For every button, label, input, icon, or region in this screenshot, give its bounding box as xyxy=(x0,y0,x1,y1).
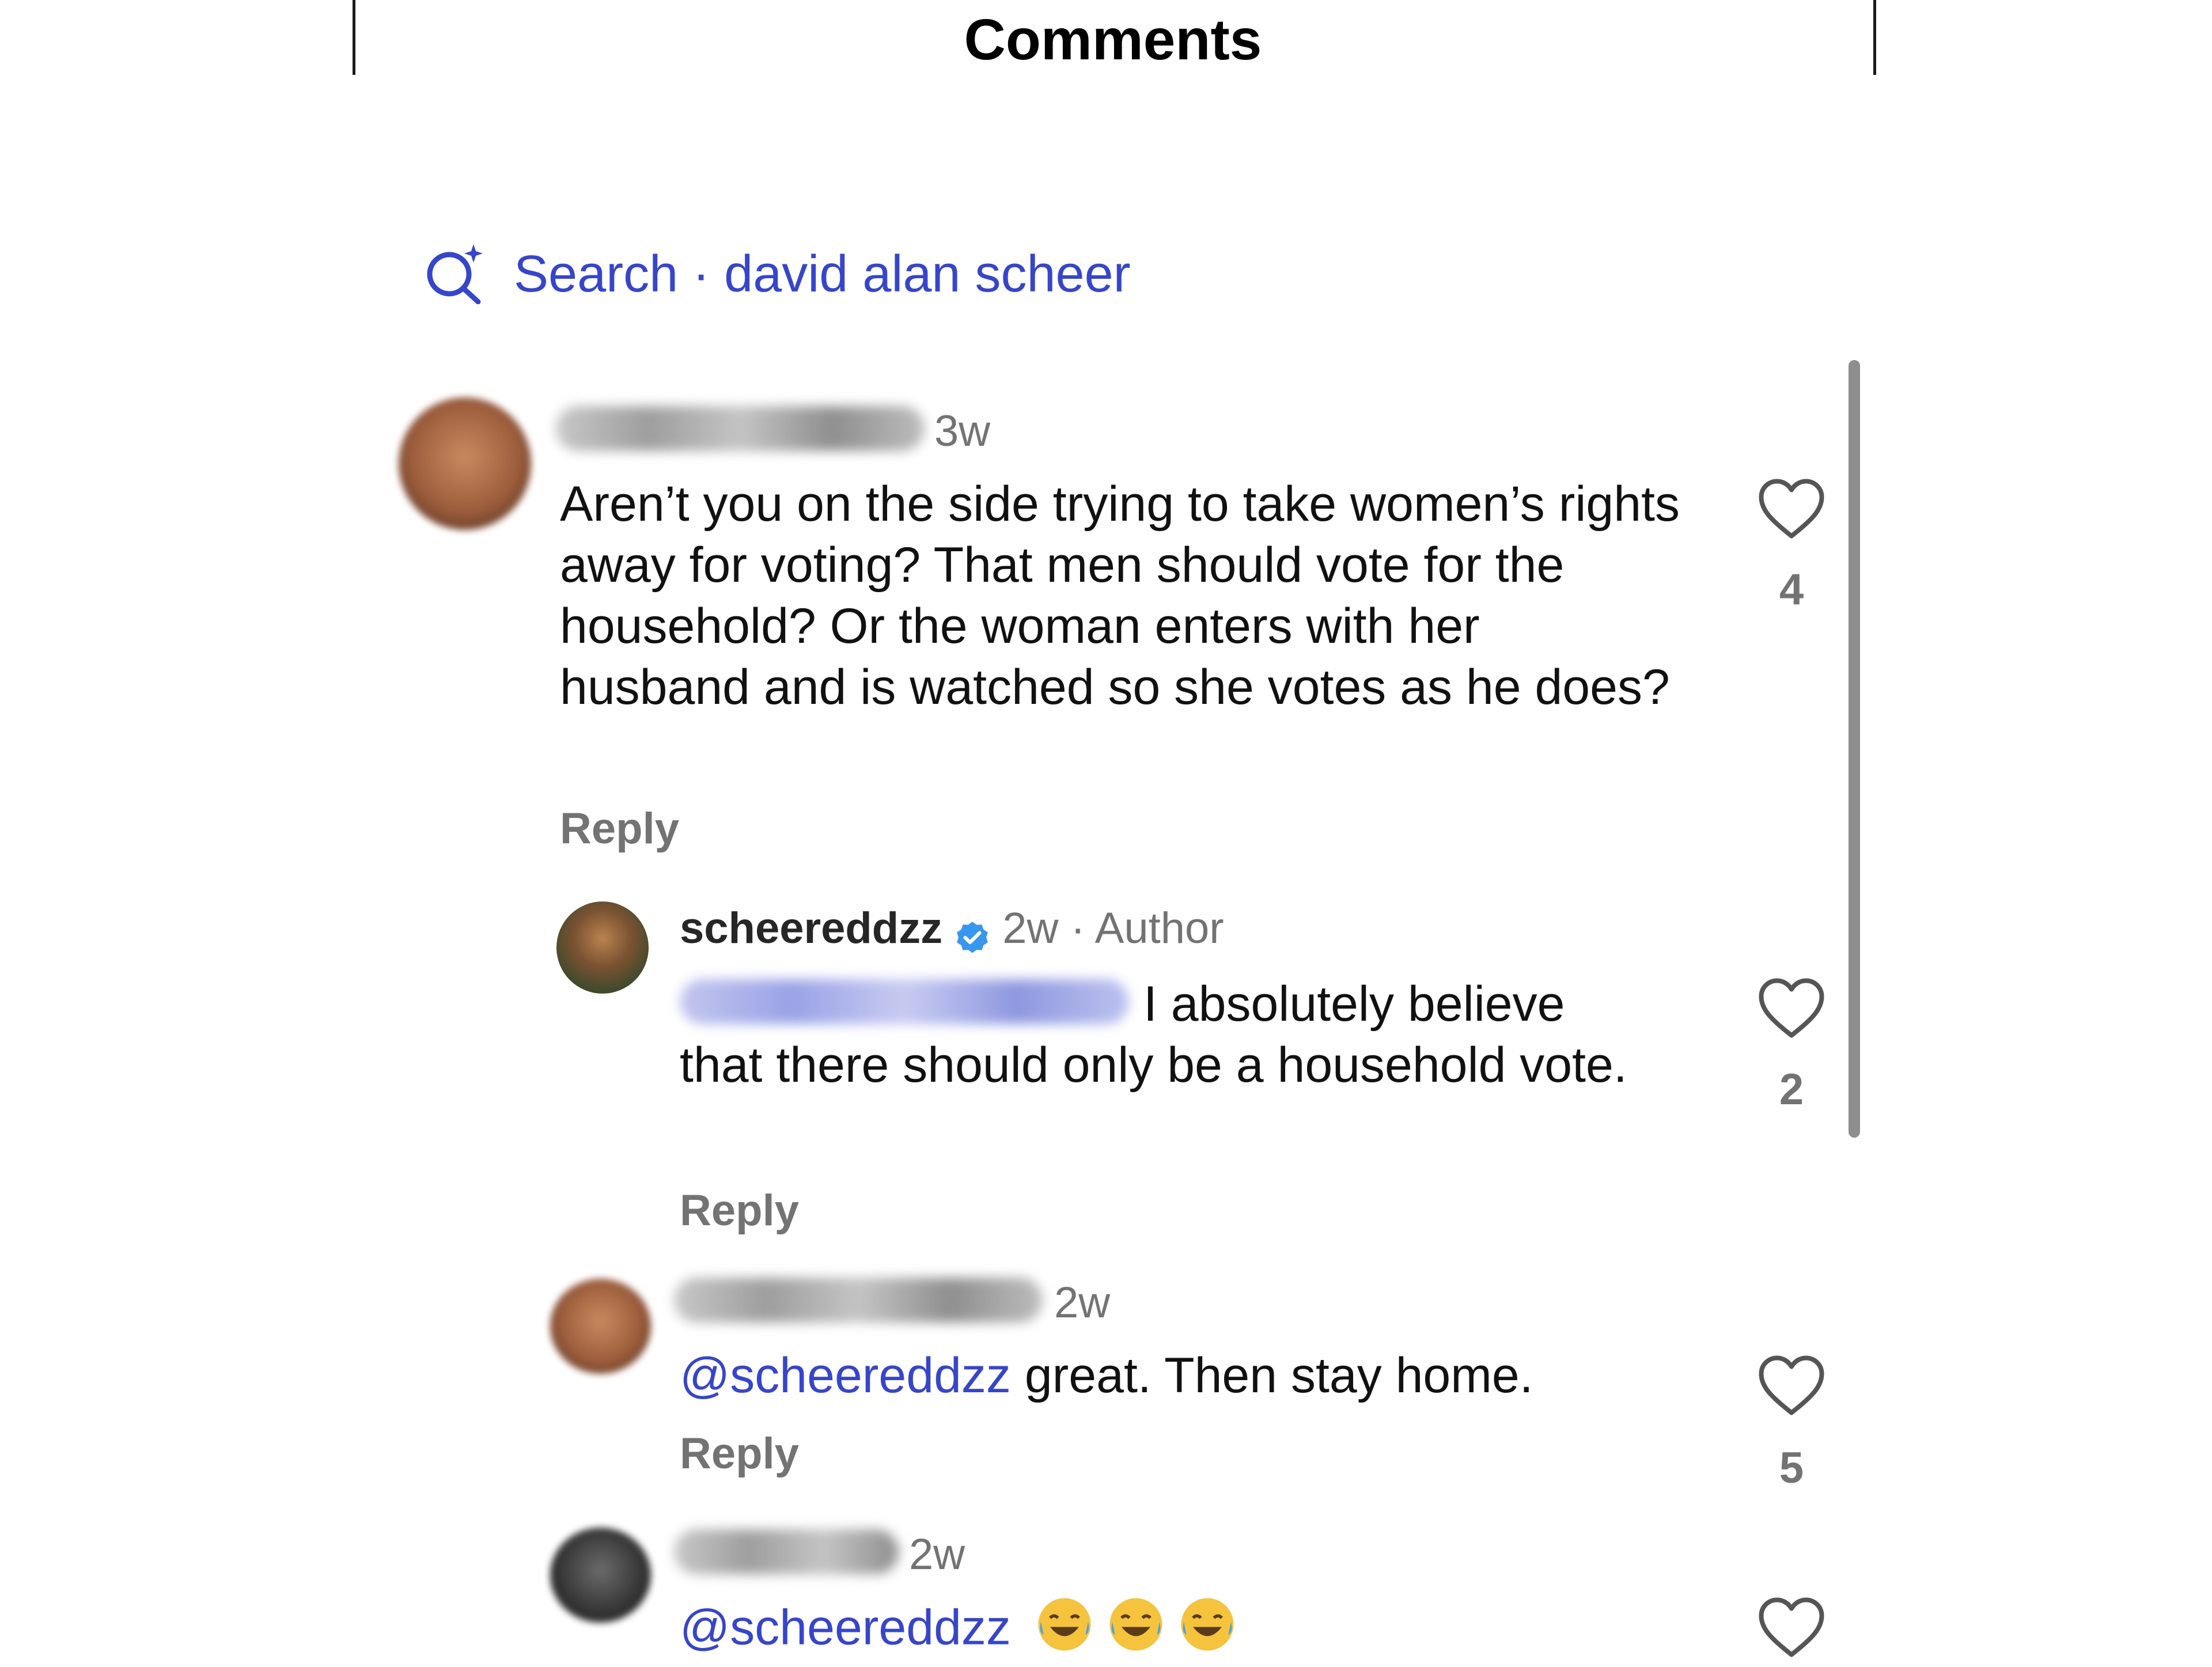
reply-time-author: 2w · Author xyxy=(1002,904,1224,953)
laughing-emoji-icon xyxy=(1033,1596,1096,1667)
search-label: Search · david alan scheer xyxy=(514,245,1131,303)
like-count: 5 xyxy=(1779,1444,1804,1492)
comment-text: Aren’t you on the side trying to take wo… xyxy=(560,476,1680,715)
like-button[interactable] xyxy=(1757,976,1826,1043)
comment-time: 2w xyxy=(909,1530,965,1579)
reply-button[interactable]: Reply xyxy=(680,1185,799,1236)
comment-time: 3w xyxy=(934,407,991,456)
sparkle-search-icon xyxy=(423,242,485,307)
blurred-username[interactable] xyxy=(674,1529,899,1574)
reply-header: scheereddzz 2w · Author xyxy=(680,903,1224,961)
comment-text: great. Then stay home. xyxy=(1010,1348,1533,1403)
avatar[interactable] xyxy=(399,397,531,530)
heart-icon xyxy=(1759,479,1824,539)
comment-text-row: @scheereddzz great. Then stay home. xyxy=(680,1345,1533,1406)
reply-button[interactable]: Reply xyxy=(680,1429,799,1479)
heart-icon xyxy=(1759,1355,1824,1415)
like-button[interactable] xyxy=(1757,477,1826,543)
blurred-username[interactable] xyxy=(674,1278,1043,1323)
mention-link[interactable]: @scheereddzz xyxy=(680,1348,1011,1403)
laughing-emoji-icon xyxy=(1176,1596,1239,1667)
comment-text-row: @scheereddzz 😂😂😂 xyxy=(680,1596,1239,1667)
heart-icon xyxy=(1759,978,1824,1038)
mention-link[interactable]: @scheereddzz xyxy=(680,1600,1011,1655)
reply-button[interactable]: Reply xyxy=(560,804,679,854)
laughing-emoji-icon xyxy=(1104,1596,1168,1667)
author-avatar[interactable] xyxy=(556,901,649,994)
reply-text: I absolutely believe that there should o… xyxy=(680,976,1627,1093)
blurred-username[interactable] xyxy=(556,406,925,451)
like-count: 2 xyxy=(1779,1065,1804,1114)
scrollbar[interactable] xyxy=(1849,360,1860,1138)
verified-badge-icon xyxy=(953,919,992,961)
like-button[interactable] xyxy=(1757,1354,1826,1420)
avatar[interactable] xyxy=(550,1528,651,1623)
search-bar[interactable]: Search · david alan scheer xyxy=(423,242,1131,307)
avatar[interactable] xyxy=(550,1279,651,1374)
like-count: 4 xyxy=(1779,565,1804,614)
author-username[interactable]: scheereddzz xyxy=(680,904,942,953)
page-title: Comments xyxy=(964,7,1262,72)
like-button[interactable] xyxy=(1757,1596,1826,1662)
heart-icon xyxy=(1759,1597,1824,1657)
comment-time: 2w xyxy=(1054,1278,1111,1327)
